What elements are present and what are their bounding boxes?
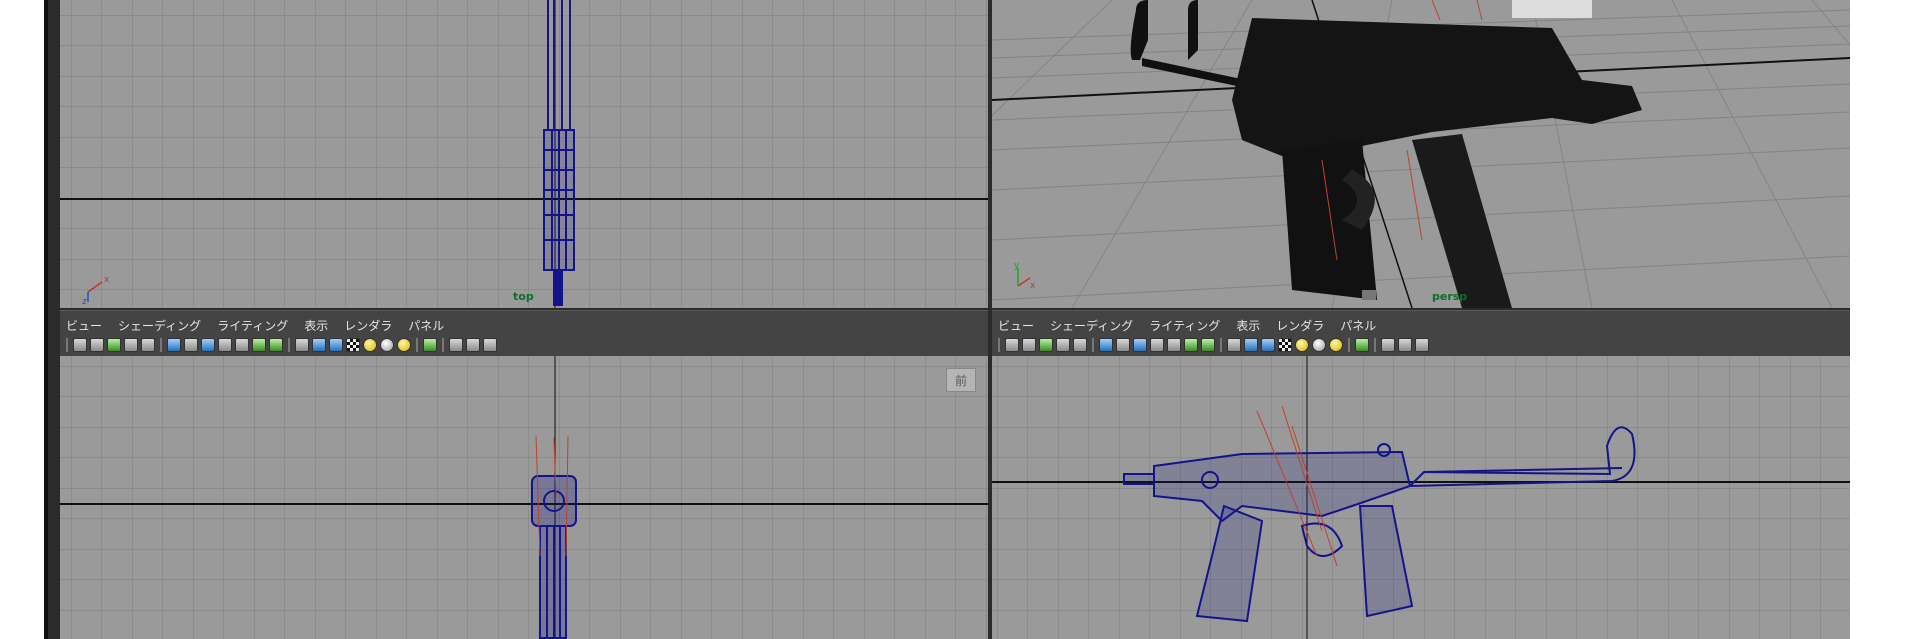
safe-title-icon[interactable] bbox=[1201, 338, 1215, 352]
front-viewport[interactable]: 前 bbox=[60, 356, 988, 639]
safe-title-icon[interactable] bbox=[269, 338, 283, 352]
safe-action-icon[interactable] bbox=[252, 338, 266, 352]
menu-view[interactable]: ビュー bbox=[998, 317, 1034, 334]
side-viewport[interactable] bbox=[992, 356, 1850, 639]
safe-action-icon[interactable] bbox=[1184, 338, 1198, 352]
toolbar-separator bbox=[1220, 338, 1222, 352]
side-viewport-canvas bbox=[992, 356, 1850, 639]
svg-text:y: y bbox=[1014, 261, 1020, 271]
svg-text:z: z bbox=[82, 297, 87, 307]
film-gate-icon[interactable] bbox=[1116, 338, 1130, 352]
xray-icon[interactable] bbox=[449, 338, 463, 352]
axis-gizmo-icon: x z bbox=[82, 275, 110, 307]
persp-viewport[interactable]: y x persp bbox=[992, 0, 1850, 308]
svg-text:x: x bbox=[1030, 281, 1036, 291]
top-viewport-canvas bbox=[60, 0, 988, 308]
isolate-select-icon[interactable] bbox=[1355, 338, 1369, 352]
axis-gizmo-persp-icon: y x bbox=[1014, 261, 1036, 291]
field-chart-icon[interactable] bbox=[235, 338, 249, 352]
toolbar-separator bbox=[416, 338, 418, 352]
menu-lighting[interactable]: ライティング bbox=[217, 317, 288, 334]
image-plane-icon[interactable] bbox=[124, 338, 138, 352]
toolbar-separator bbox=[1092, 338, 1094, 352]
panel-bar-side: ビュー シェーディング ライティング 表示 レンダラ パネル bbox=[992, 310, 1850, 359]
gate-mask-icon[interactable] bbox=[218, 338, 232, 352]
camera-select-icon[interactable] bbox=[73, 338, 87, 352]
bookmark-icon[interactable] bbox=[107, 338, 121, 352]
view-cube-front-badge[interactable]: 前 bbox=[946, 368, 976, 392]
toolbar-separator bbox=[66, 338, 68, 352]
share-icon[interactable] bbox=[483, 338, 497, 352]
panel-toolbar-front bbox=[64, 336, 500, 354]
toolbar-separator bbox=[160, 338, 162, 352]
menu-renderer[interactable]: レンダラ bbox=[344, 317, 392, 334]
menu-lighting[interactable]: ライティング bbox=[1149, 317, 1220, 334]
toolbar-separator bbox=[1374, 338, 1376, 352]
front-viewport-canvas bbox=[60, 356, 988, 639]
gate-mask-icon[interactable] bbox=[1150, 338, 1164, 352]
wireframe-icon[interactable] bbox=[1227, 338, 1241, 352]
smooth-shade-icon[interactable] bbox=[312, 338, 326, 352]
resolution-gate-icon[interactable] bbox=[1133, 338, 1147, 352]
image-plane-icon[interactable] bbox=[1056, 338, 1070, 352]
isolate-select-icon[interactable] bbox=[423, 338, 437, 352]
menu-show[interactable]: 表示 bbox=[1236, 317, 1260, 334]
maya-workspace: x z top y x persp ビュー シェーディング ライティング 表示 … bbox=[44, 0, 1850, 639]
textured-icon[interactable] bbox=[1278, 338, 1292, 352]
smooth-shade-icon[interactable] bbox=[1244, 338, 1258, 352]
wireframe-icon[interactable] bbox=[295, 338, 309, 352]
field-chart-icon[interactable] bbox=[1167, 338, 1181, 352]
xray-icon[interactable] bbox=[1381, 338, 1395, 352]
lights-icon[interactable] bbox=[363, 338, 377, 352]
menu-shading[interactable]: シェーディング bbox=[1050, 317, 1133, 334]
shadows-icon[interactable] bbox=[380, 338, 394, 352]
2d-pan-zoom-icon[interactable] bbox=[1073, 338, 1087, 352]
menu-renderer[interactable]: レンダラ bbox=[1276, 317, 1324, 334]
shadows-icon[interactable] bbox=[1312, 338, 1326, 352]
panel-menu-side: ビュー シェーディング ライティング 表示 レンダラ パネル bbox=[998, 317, 1392, 334]
svg-text:x: x bbox=[104, 275, 110, 285]
camera-label-persp: persp bbox=[1432, 290, 1468, 303]
ambient-light-icon[interactable] bbox=[397, 338, 411, 352]
persp-viewport-canvas bbox=[992, 0, 1850, 308]
panel-bar-front: ビュー シェーディング ライティング 表示 レンダラ パネル bbox=[60, 310, 988, 359]
film-gate-icon[interactable] bbox=[184, 338, 198, 352]
wireframe-on-shaded-icon[interactable] bbox=[1261, 338, 1275, 352]
2d-pan-zoom-icon[interactable] bbox=[141, 338, 155, 352]
bookmark-icon[interactable] bbox=[1039, 338, 1053, 352]
grid-icon[interactable] bbox=[1099, 338, 1113, 352]
menu-shading[interactable]: シェーディング bbox=[118, 317, 201, 334]
toolbar-separator bbox=[288, 338, 290, 352]
menu-show[interactable]: 表示 bbox=[304, 317, 328, 334]
camera-attributes-icon[interactable] bbox=[1022, 338, 1036, 352]
menu-panels[interactable]: パネル bbox=[408, 317, 444, 334]
menu-view[interactable]: ビュー bbox=[66, 317, 102, 334]
lights-icon[interactable] bbox=[1295, 338, 1309, 352]
wireframe-on-shaded-icon[interactable] bbox=[329, 338, 343, 352]
share-icon[interactable] bbox=[1415, 338, 1429, 352]
grid-icon[interactable] bbox=[167, 338, 181, 352]
panel-menu-front: ビュー シェーディング ライティング 表示 レンダラ パネル bbox=[66, 317, 460, 334]
camera-label-top: top bbox=[513, 290, 534, 303]
toolbar-separator bbox=[998, 338, 1000, 352]
panel-toolbar-side bbox=[996, 336, 1432, 354]
top-viewport[interactable]: x z top bbox=[60, 0, 988, 308]
camera-select-icon[interactable] bbox=[1005, 338, 1019, 352]
xray-joints-icon[interactable] bbox=[1398, 338, 1412, 352]
textured-icon[interactable] bbox=[346, 338, 360, 352]
toolbar-separator bbox=[1348, 338, 1350, 352]
ambient-light-icon[interactable] bbox=[1329, 338, 1343, 352]
xray-joints-icon[interactable] bbox=[466, 338, 480, 352]
resolution-gate-icon[interactable] bbox=[201, 338, 215, 352]
menu-panels[interactable]: パネル bbox=[1340, 317, 1376, 334]
toolbar-separator bbox=[442, 338, 444, 352]
camera-attributes-icon[interactable] bbox=[90, 338, 104, 352]
